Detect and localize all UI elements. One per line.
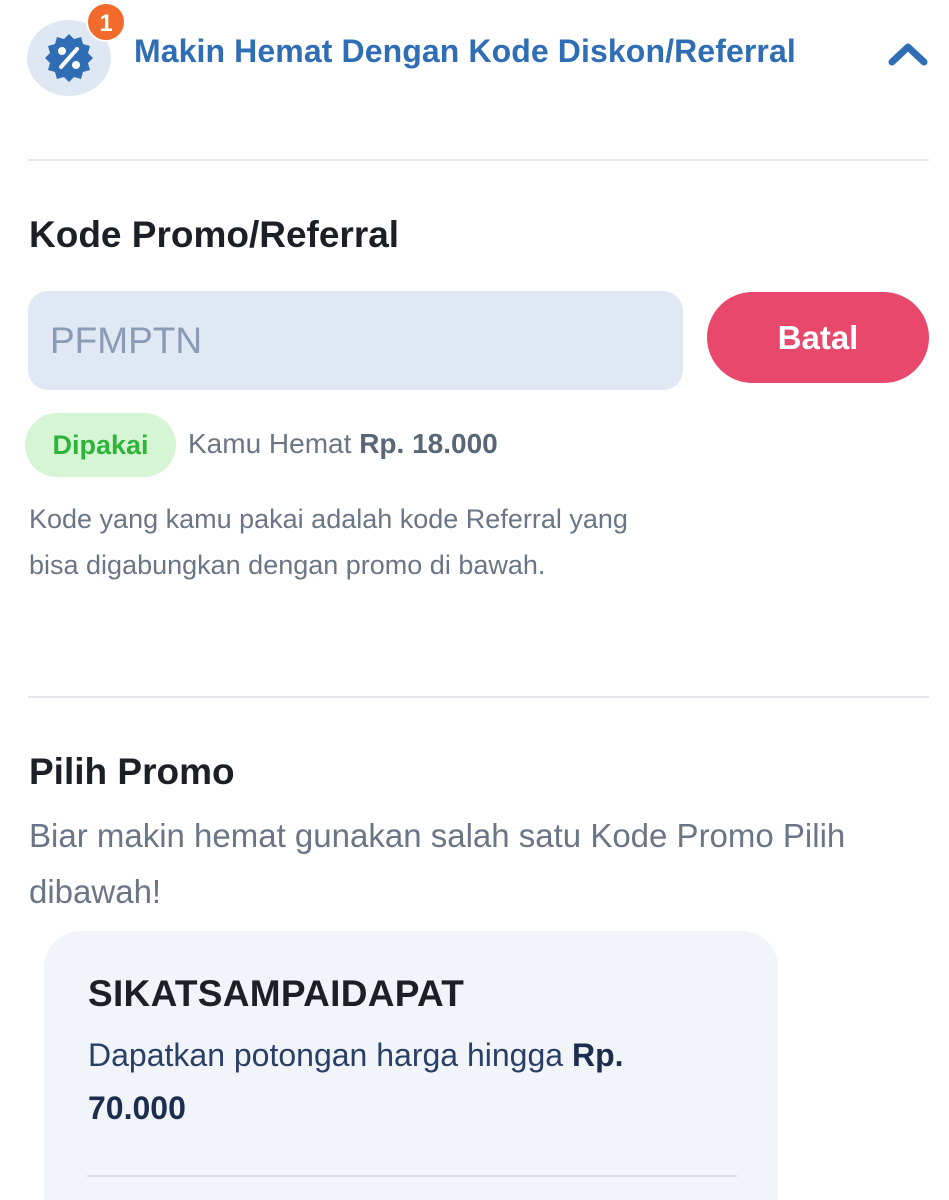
promo-card[interactable]: SIKATSAMPAIDAPAT Dapatkan potongan harga… [44,931,778,1200]
promo-desc-prefix: Dapatkan potongan harga hingga [88,1037,564,1073]
section-divider [28,696,929,698]
promo-code-input[interactable] [28,291,683,390]
cancel-button[interactable]: Batal [707,292,929,383]
savings-prefix: Kamu Hemat [188,428,352,459]
status-badge: Dipakai [25,413,176,477]
chevron-up-icon[interactable] [887,40,929,68]
section-divider [28,159,929,161]
savings-amount: Rp. 18.000 [359,428,498,459]
choose-promo-subtitle: Biar makin hemat gunakan salah satu Kode… [29,817,846,910]
promo-card-description: Dapatkan potongan harga hingga Rp. 70.00… [88,1029,728,1135]
promo-page: 1 Makin Hemat Dengan Kode Diskon/Referra… [0,0,949,1200]
savings-text: Kamu Hemat Rp. 18.000 [188,428,498,460]
accordion-title: Makin Hemat Dengan Kode Diskon/Referral [134,33,796,69]
referral-info-text: Kode yang kamu pakai adalah kode Referra… [29,504,628,580]
discount-accordion-header[interactable]: 1 Makin Hemat Dengan Kode Diskon/Referra… [0,0,949,110]
card-divider [87,1175,737,1177]
notification-badge: 1 [86,2,126,42]
discount-percent-icon [45,34,93,82]
choose-promo-title: Pilih Promo [29,751,235,792]
promo-card-code: SIKATSAMPAIDAPAT [88,973,465,1014]
promo-code-title: Kode Promo/Referral [29,214,400,255]
